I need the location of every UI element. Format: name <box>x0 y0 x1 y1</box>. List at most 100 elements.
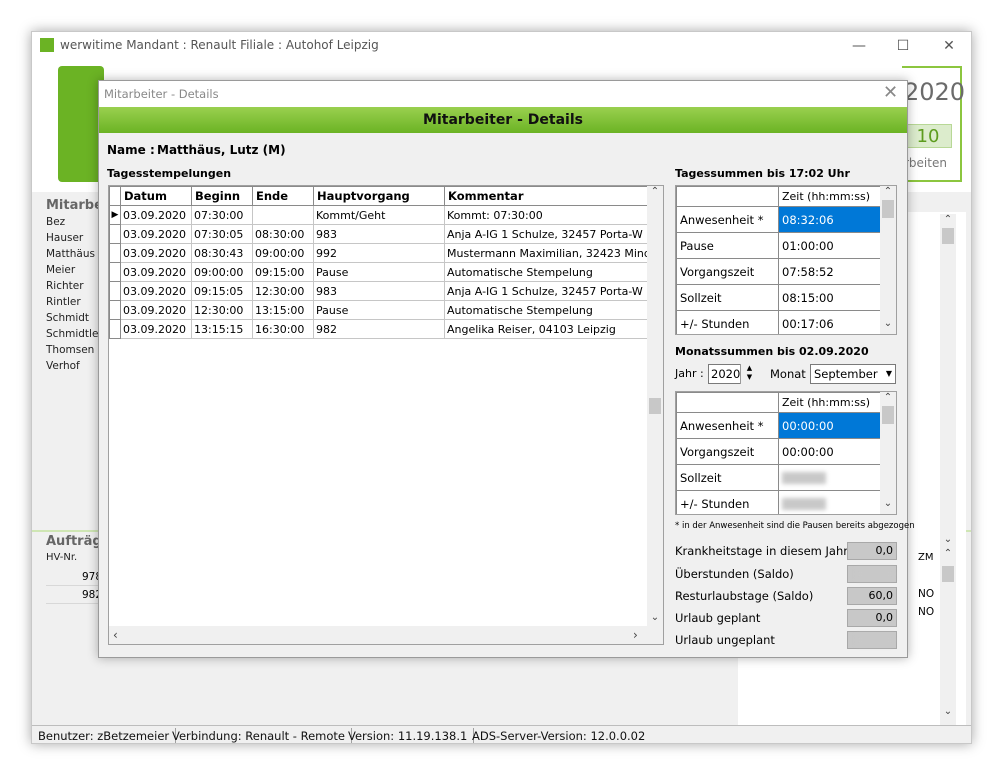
cell-hauptvorgang[interactable]: Kommt/Geht <box>313 205 445 225</box>
cell-beginn[interactable]: 13:15:15 <box>191 319 253 339</box>
column-header-datum[interactable]: Datum <box>120 186 192 206</box>
stempel-grid[interactable]: Datum Beginn Ende Hauptvorgang Kommentar… <box>108 185 664 645</box>
monats-scrollbar[interactable]: ⌃ ⌄ <box>880 392 896 514</box>
cell-ende[interactable]: 12:30:00 <box>252 281 314 301</box>
stat-value: 0,0 <box>847 609 897 627</box>
table-row[interactable]: 03.09.2020 13:15:15 16:30:00 982 Angelika Re… <box>109 319 661 339</box>
tages-scrollbar[interactable]: ⌃ ⌄ <box>880 186 896 334</box>
cell-ende[interactable] <box>252 205 314 225</box>
cell-kommentar[interactable]: Anja A-IG 1 Schulze, 32457 Porta-W <box>444 281 661 301</box>
cell-hauptvorgang[interactable]: 992 <box>313 243 445 263</box>
monats-value-redacted[interactable] <box>778 464 881 491</box>
scroll-down-icon[interactable]: ⌄ <box>880 498 896 509</box>
table-row[interactable]: 03.09.2020 07:30:05 08:30:00 983 Anja A-IG 1… <box>109 224 661 244</box>
table-row[interactable]: Vorgangszeit 00:00:00 <box>676 438 881 465</box>
scroll-down-icon[interactable]: ⌄ <box>647 612 663 623</box>
tages-value[interactable]: 01:00:00 <box>778 232 881 259</box>
cell-hauptvorgang[interactable]: 982 <box>313 319 445 339</box>
column-header-hauptvorgang[interactable]: Hauptvorgang <box>313 186 445 206</box>
tages-value[interactable]: 08:15:00 <box>778 284 881 311</box>
scroll-up-icon[interactable]: ⌃ <box>647 186 663 197</box>
scroll-thumb[interactable] <box>649 398 661 414</box>
cell-beginn[interactable]: 09:15:05 <box>191 281 253 301</box>
monats-value[interactable]: 00:00:00 <box>778 438 881 465</box>
cell-datum[interactable]: 03.09.2020 <box>120 262 192 282</box>
scroll-up-icon[interactable]: ⌃ <box>880 392 896 403</box>
zeit-header: Zeit (hh:mm:ss) <box>778 186 881 207</box>
column-header-ende[interactable]: Ende <box>252 186 314 206</box>
table-row[interactable]: Sollzeit <box>676 464 881 491</box>
column-header-kommentar[interactable]: Kommentar <box>444 186 661 206</box>
table-row[interactable]: Vorgangszeit 07:58:52 <box>676 258 881 285</box>
monats-grid[interactable]: Zeit (hh:mm:ss) Anwesenheit * 00:00:00 Vo… <box>675 391 897 515</box>
table-row[interactable]: ▶ 03.09.2020 07:30:00 Kommt/Geht Kommt: 07:3… <box>109 205 661 225</box>
scroll-up-icon[interactable]: ⌃ <box>880 186 896 197</box>
table-row[interactable]: +/- Stunden <box>676 490 881 514</box>
cell-kommentar[interactable]: Angelika Reiser, 04103 Leipzig <box>444 319 661 339</box>
cell-datum[interactable]: 03.09.2020 <box>120 319 192 339</box>
tages-grid[interactable]: Zeit (hh:mm:ss) Anwesenheit * 08:32:06 Pa… <box>675 185 897 335</box>
chevron-down-icon[interactable]: ▼ <box>882 364 896 384</box>
table-row[interactable]: Pause 01:00:00 <box>676 232 881 259</box>
status-user: Benutzer: zBetzemeier <box>32 728 177 743</box>
cell-ende[interactable]: 16:30:00 <box>252 319 314 339</box>
scroll-thumb[interactable] <box>882 406 894 424</box>
dialog-banner: Mitarbeiter - Details <box>99 107 907 133</box>
table-row[interactable]: Sollzeit 08:15:00 <box>676 284 881 311</box>
cell-kommentar[interactable]: Anja A-IG 1 Schulze, 32457 Porta-W <box>444 224 661 244</box>
name-label: Name : <box>107 143 155 157</box>
scroll-right-icon[interactable]: › <box>633 628 638 642</box>
monats-table: Zeit (hh:mm:ss) Anwesenheit * 00:00:00 Vo… <box>676 392 881 514</box>
right-scrollbar[interactable]: ⌃ ⌄ ⌃ ⌄ <box>940 214 956 726</box>
grid-vertical-scrollbar[interactable]: ⌃ ⌄ <box>647 186 663 626</box>
table-row[interactable]: 03.09.2020 09:00:00 09:15:00 Pause Automatis… <box>109 262 661 282</box>
order-row[interactable]: 978 <box>46 568 106 586</box>
cell-kommentar[interactable]: Mustermann Maximilian, 32423 Minde <box>444 243 661 263</box>
cell-ende[interactable]: 13:15:00 <box>252 300 314 320</box>
monats-value[interactable]: 00:00:00 <box>778 412 881 439</box>
cell-datum[interactable]: 03.09.2020 <box>120 243 192 263</box>
cell-datum[interactable]: 03.09.2020 <box>120 300 192 320</box>
tages-value[interactable]: 08:32:06 <box>778 206 881 233</box>
cell-datum[interactable]: 03.09.2020 <box>120 281 192 301</box>
dialog-close-icon[interactable]: ✕ <box>883 82 898 103</box>
table-row[interactable]: +/- Stunden 00:17:06 <box>676 310 881 334</box>
cell-ende[interactable]: 08:30:00 <box>252 224 314 244</box>
tages-value[interactable]: 00:17:06 <box>778 310 881 334</box>
cell-ende[interactable]: 09:15:00 <box>252 262 314 282</box>
cell-ende[interactable]: 09:00:00 <box>252 243 314 263</box>
table-row[interactable]: Anwesenheit * 00:00:00 <box>676 412 881 439</box>
cell-beginn[interactable]: 07:30:05 <box>191 224 253 244</box>
cell-hauptvorgang[interactable]: Pause <box>313 262 445 282</box>
cell-hauptvorgang[interactable]: 983 <box>313 281 445 301</box>
cell-beginn[interactable]: 09:00:00 <box>191 262 253 282</box>
grid-horizontal-scrollbar[interactable]: ‹ › <box>109 626 663 644</box>
jahr-spinner-icon[interactable]: ▲ ▼ <box>740 364 758 384</box>
cell-datum[interactable]: 03.09.2020 <box>120 205 192 225</box>
table-row[interactable]: 03.09.2020 08:30:43 09:00:00 992 Mustermann … <box>109 243 661 263</box>
cell-kommentar[interactable]: Automatische Stempelung <box>444 262 661 282</box>
scroll-down-icon[interactable]: ⌄ <box>880 318 896 329</box>
cell-beginn[interactable]: 08:30:43 <box>191 243 253 263</box>
cell-hauptvorgang[interactable]: Pause <box>313 300 445 320</box>
cell-beginn[interactable]: 12:30:00 <box>191 300 253 320</box>
cell-beginn[interactable]: 07:30:00 <box>191 205 253 225</box>
order-row[interactable]: 982 <box>46 586 106 604</box>
table-row[interactable]: 03.09.2020 09:15:05 12:30:00 983 Anja A-IG 1… <box>109 281 661 301</box>
cell-kommentar[interactable]: Kommt: 07:30:00 <box>444 205 661 225</box>
monats-value-redacted[interactable] <box>778 490 881 514</box>
status-version: Version: 11.19.138.1 <box>342 728 475 743</box>
scroll-thumb[interactable] <box>882 200 894 218</box>
cell-hauptvorgang[interactable]: 983 <box>313 224 445 244</box>
cell-datum[interactable]: 03.09.2020 <box>120 224 192 244</box>
tages-value[interactable]: 07:58:52 <box>778 258 881 285</box>
maximize-icon[interactable]: ☐ <box>888 36 918 56</box>
table-row[interactable]: Anwesenheit * 08:32:06 <box>676 206 881 233</box>
scroll-left-icon[interactable]: ‹ <box>113 628 118 642</box>
cell-kommentar[interactable]: Automatische Stempelung <box>444 300 661 320</box>
main-day[interactable]: 10 <box>904 124 952 148</box>
column-header-beginn[interactable]: Beginn <box>191 186 253 206</box>
table-row[interactable]: 03.09.2020 12:30:00 13:15:00 Pause Automatis… <box>109 300 661 320</box>
minimize-icon[interactable]: — <box>844 36 874 56</box>
close-icon[interactable]: ✕ <box>934 36 964 56</box>
